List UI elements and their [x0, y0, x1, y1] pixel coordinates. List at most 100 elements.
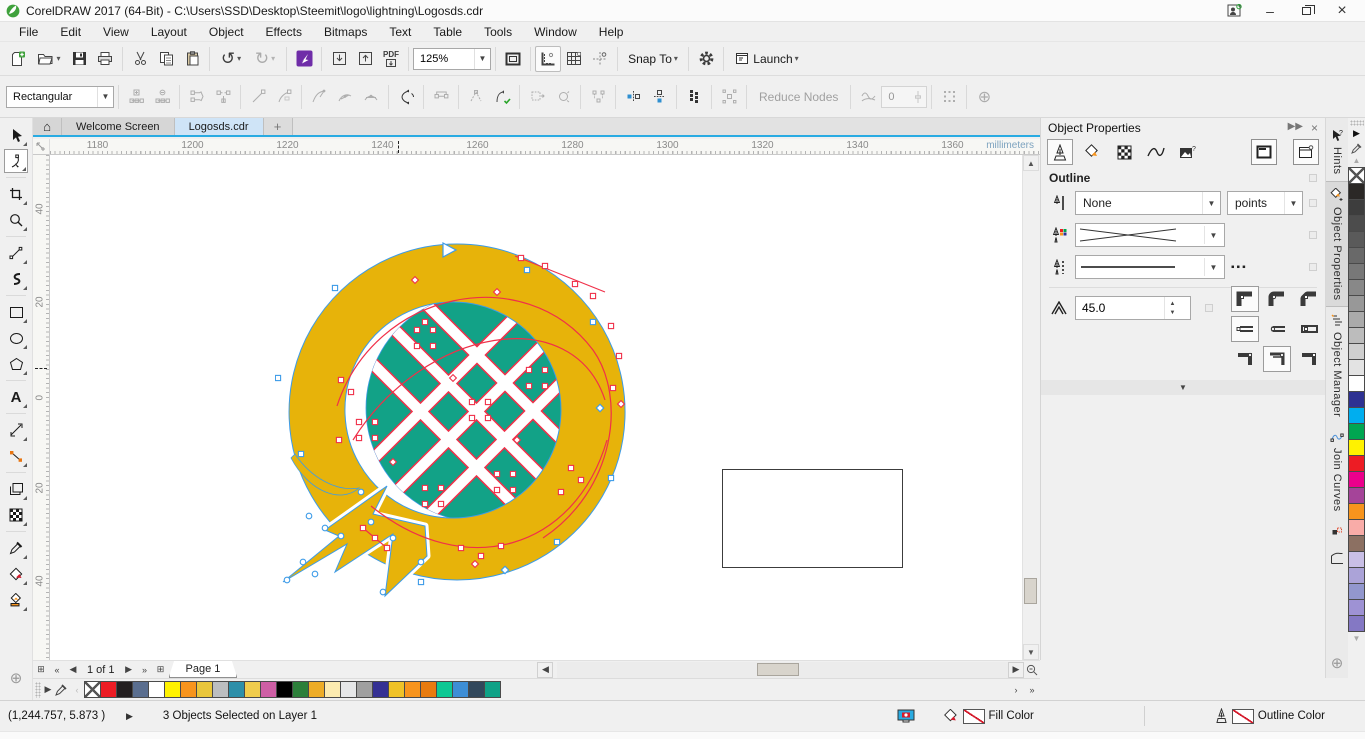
- align-nodes-button[interactable]: [585, 84, 611, 110]
- full-screen-preview-button[interactable]: [500, 46, 526, 72]
- color-swatch[interactable]: [132, 681, 149, 698]
- color-swatch[interactable]: [484, 681, 501, 698]
- color-swatch[interactable]: [1348, 311, 1365, 328]
- docker-tab-object-properties[interactable]: Object Properties: [1325, 180, 1349, 308]
- panel-expander[interactable]: ▼: [1041, 380, 1325, 395]
- color-swatch[interactable]: [404, 681, 421, 698]
- curve-section-tab[interactable]: [1143, 139, 1169, 165]
- save-button[interactable]: [66, 46, 92, 72]
- add-page-after-button[interactable]: ⊞: [153, 662, 169, 678]
- parallel-dimension-tool[interactable]: [4, 418, 28, 442]
- no-color-swatch[interactable]: [84, 681, 101, 698]
- color-swatch[interactable]: [1348, 567, 1365, 584]
- spin-down-icon[interactable]: ▼: [1170, 310, 1176, 316]
- spin-up-icon[interactable]: ▲: [1170, 301, 1176, 307]
- smart-fill-tool[interactable]: [4, 588, 28, 612]
- reverse-direction-button[interactable]: [393, 84, 419, 110]
- outline-color-select[interactable]: ▼: [1075, 223, 1225, 247]
- color-swatch[interactable]: [1348, 487, 1365, 504]
- menu-item[interactable]: Tools: [473, 23, 523, 41]
- symmetrical-node-button[interactable]: [358, 84, 384, 110]
- close-button[interactable]: ×: [1333, 2, 1351, 19]
- color-swatch[interactable]: [468, 681, 485, 698]
- color-swatch[interactable]: [1348, 375, 1365, 392]
- zoom-level-input[interactable]: [420, 52, 466, 65]
- menu-item[interactable]: Bitmaps: [313, 23, 378, 41]
- scroll-up-button[interactable]: ▲: [1023, 155, 1039, 171]
- style-indicator[interactable]: [1309, 174, 1317, 182]
- color-swatch[interactable]: [1348, 439, 1365, 456]
- menu-item[interactable]: Help: [588, 23, 635, 41]
- palette-flyout-button[interactable]: ▶: [1353, 128, 1360, 141]
- menu-item[interactable]: Window: [523, 23, 588, 41]
- color-swatch[interactable]: [292, 681, 309, 698]
- square-cap-button[interactable]: [1295, 316, 1323, 342]
- color-swatch[interactable]: [1348, 503, 1365, 520]
- color-swatch[interactable]: [1348, 615, 1365, 632]
- color-swatch[interactable]: [1348, 599, 1365, 616]
- cusp-node-button[interactable]: [306, 84, 332, 110]
- show-rulers-button[interactable]: [535, 45, 561, 72]
- color-swatch[interactable]: [1348, 263, 1365, 280]
- select-adjacent-nodes-button[interactable]: [936, 84, 962, 110]
- previous-page-button[interactable]: ◀: [65, 662, 81, 678]
- export-button[interactable]: [352, 46, 378, 72]
- fill-section-tab[interactable]: [1079, 139, 1105, 165]
- style-indicator[interactable]: [1309, 231, 1317, 239]
- color-swatch[interactable]: [116, 681, 133, 698]
- style-indicator[interactable]: [1309, 199, 1317, 207]
- home-tab[interactable]: ⌂: [33, 118, 62, 135]
- color-swatch[interactable]: [212, 681, 229, 698]
- sign-in-icon[interactable]: [1225, 3, 1243, 19]
- next-page-button[interactable]: ▶: [121, 662, 137, 678]
- scroll-right-button[interactable]: ▶: [1008, 661, 1024, 678]
- palette-scroll-up-button[interactable]: ▲: [1353, 156, 1361, 167]
- text-tool[interactable]: A: [4, 385, 28, 409]
- no-color-swatch[interactable]: [1347, 167, 1365, 184]
- zoom-corner-button[interactable]: [1024, 662, 1040, 678]
- bitmap-section-tab[interactable]: ?: [1175, 139, 1201, 165]
- new-document-button[interactable]: [6, 46, 32, 72]
- color-swatch[interactable]: [196, 681, 213, 698]
- ellipse-tool[interactable]: [4, 326, 28, 350]
- miter-limit-field[interactable]: ▲▼: [1075, 296, 1191, 320]
- launch-button[interactable]: Launch ▾: [728, 46, 806, 72]
- delete-nodes-button[interactable]: [149, 84, 175, 110]
- freehand-tool[interactable]: [4, 241, 28, 265]
- color-swatch[interactable]: [100, 681, 117, 698]
- add-page-before-button[interactable]: ⊞: [33, 662, 49, 678]
- publish-to-pdf-button[interactable]: PDF: [378, 46, 404, 72]
- color-swatch[interactable]: [372, 681, 389, 698]
- redo-button[interactable]: ↻ ▾: [248, 46, 282, 72]
- color-swatch[interactable]: [1348, 279, 1365, 296]
- menu-item[interactable]: Text: [378, 23, 422, 41]
- menu-item[interactable]: Edit: [49, 23, 92, 41]
- connector-tool[interactable]: [4, 444, 28, 468]
- color-swatch[interactable]: [1348, 471, 1365, 488]
- break-curve-button[interactable]: [210, 84, 236, 110]
- zoom-tool[interactable]: [4, 208, 28, 232]
- add-docker-button[interactable]: ⊕: [1330, 655, 1345, 672]
- menu-item[interactable]: Object: [198, 23, 255, 41]
- convert-to-line-button[interactable]: [245, 84, 271, 110]
- artistic-media-tool[interactable]: [4, 267, 28, 291]
- horizontal-ruler[interactable]: 1180 1200 1220 1240 1260 1280 1300 1320 1340 1360…: [50, 139, 1040, 155]
- color-swatch[interactable]: [388, 681, 405, 698]
- drawn-rectangle[interactable]: [722, 469, 903, 568]
- color-swatch[interactable]: [276, 681, 293, 698]
- color-swatch[interactable]: [1348, 199, 1365, 216]
- drop-shadow-tool[interactable]: [4, 477, 28, 501]
- shape-tool[interactable]: [4, 149, 28, 173]
- pick-tool[interactable]: [4, 123, 28, 147]
- drawing-canvas[interactable]: [50, 155, 1022, 660]
- palette-drag-handle[interactable]: [35, 681, 41, 698]
- color-swatch[interactable]: [420, 681, 437, 698]
- color-swatch[interactable]: [1348, 247, 1365, 264]
- menu-item[interactable]: File: [8, 23, 49, 41]
- color-swatch[interactable]: [1348, 407, 1365, 424]
- crop-tool[interactable]: [4, 182, 28, 206]
- print-button[interactable]: [92, 46, 118, 72]
- join-nodes-button[interactable]: [184, 84, 210, 110]
- open-button[interactable]: ▾: [32, 46, 66, 72]
- palette-scroll-left-button[interactable]: ‹: [69, 682, 85, 698]
